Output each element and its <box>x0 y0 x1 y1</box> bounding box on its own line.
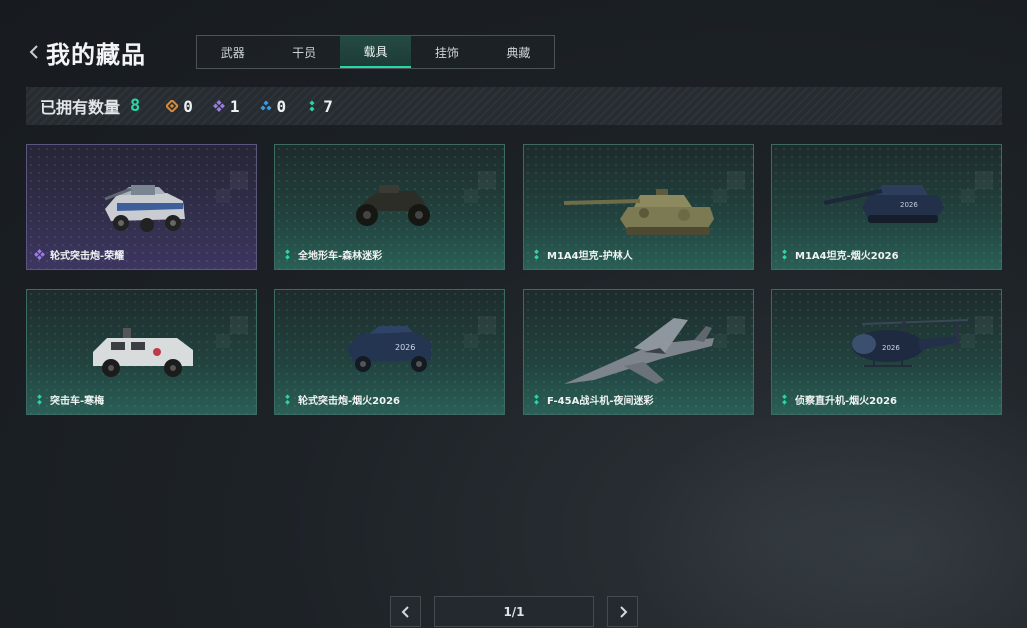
purple-diamond-icon <box>212 100 225 112</box>
green-diamond-icon <box>285 249 290 260</box>
vehicle-card[interactable]: 突击车-寒梅 <box>26 289 257 415</box>
green-diamond-icon <box>534 249 539 260</box>
rarity-purple-count: 1 <box>229 96 240 116</box>
card-label: M1A4坦克-烟火2026 <box>779 247 899 262</box>
tab-vehicles[interactable]: 载具 <box>339 36 412 68</box>
ownership-stats-bar: 已拥有数量 8 0 1 0 7 <box>26 87 1002 125</box>
green-diamond-icon <box>309 100 315 112</box>
vehicle-card[interactable]: F-45A战斗机-夜间迷彩 <box>523 289 754 415</box>
category-tabs: 武器 干员 载具 挂饰 典藏 <box>196 35 555 69</box>
svg-text:2026: 2026 <box>882 344 900 352</box>
green-diamond-icon <box>534 394 539 405</box>
chevron-left-icon <box>401 605 409 618</box>
prev-page-button[interactable] <box>390 596 421 627</box>
card-label: 轮式突击炮-荣耀 <box>34 247 124 262</box>
card-label: 轮式突击炮-烟火2026 <box>282 392 400 407</box>
vehicle-name: 突击车-寒梅 <box>50 396 105 407</box>
back-button[interactable] <box>26 42 42 62</box>
green-diamond-icon <box>782 249 787 260</box>
vehicle-name: 全地形车-森林迷彩 <box>298 251 383 262</box>
purple-diamond-icon <box>34 249 45 260</box>
pagination: 1/1 <box>390 596 638 627</box>
rarity-orange-stat: 0 <box>166 97 193 116</box>
card-label: 侦察直升机-烟火2026 <box>779 392 897 407</box>
owned-total-count: 8 <box>130 96 141 116</box>
rarity-green-count: 7 <box>323 96 333 116</box>
vehicle-name: M1A4坦克-护林人 <box>547 251 633 262</box>
vehicle-card[interactable]: 2026 M1A4坦克-烟火2026 <box>771 144 1002 270</box>
header: 我的藏品 <box>26 34 146 70</box>
helicopter-image: 2026 <box>852 319 969 367</box>
atv-image <box>356 185 430 226</box>
rarity-blue-count: 0 <box>276 96 287 116</box>
vehicle-card[interactable]: 轮式突击炮-荣耀 <box>26 144 257 270</box>
orange-diamond-icon <box>166 100 179 112</box>
tank-image <box>563 189 714 235</box>
chevron-right-icon <box>619 605 627 618</box>
chevron-left-icon <box>29 45 38 59</box>
svg-text:2026: 2026 <box>395 343 415 352</box>
rarity-orange-count: 0 <box>183 96 193 116</box>
vehicle-card[interactable]: 2026 侦察直升机-烟火2026 <box>771 289 1002 415</box>
wheeled-assault-gun-image <box>104 185 185 232</box>
card-label: M1A4坦克-护林人 <box>531 247 633 262</box>
vehicle-name: M1A4坦克-烟火2026 <box>795 251 899 262</box>
blue-diamond-icon <box>260 100 272 111</box>
vehicle-card[interactable]: 全地形车-森林迷彩 <box>274 144 505 270</box>
vehicle-card[interactable]: M1A4坦克-护林人 <box>523 144 754 270</box>
rarity-purple-stat: 1 <box>212 96 240 116</box>
tab-collection[interactable]: 典藏 <box>483 36 554 68</box>
tank-image: 2026 <box>823 185 944 223</box>
page-indicator: 1/1 <box>434 596 594 627</box>
tab-weapons[interactable]: 武器 <box>197 36 268 68</box>
green-diamond-icon <box>782 394 787 405</box>
fighter-jet-image <box>564 318 714 384</box>
tab-operators[interactable]: 干员 <box>268 36 339 68</box>
vehicle-name: 轮式突击炮-烟火2026 <box>298 396 400 407</box>
green-diamond-icon <box>285 394 290 405</box>
page-title: 我的藏品 <box>46 40 146 69</box>
vehicle-name: F-45A战斗机-夜间迷彩 <box>547 396 654 407</box>
vehicle-name: 侦察直升机-烟火2026 <box>795 396 897 407</box>
wheeled-assault-gun-image: 2026 <box>347 326 431 372</box>
rarity-green-stat: 7 <box>306 97 333 116</box>
next-page-button[interactable] <box>607 596 638 627</box>
green-diamond-icon <box>37 394 42 405</box>
card-label: 全地形车-森林迷彩 <box>282 247 382 262</box>
owned-count-label: 已拥有数量 <box>40 98 121 117</box>
assault-car-image <box>93 328 193 377</box>
svg-text:2026: 2026 <box>900 201 918 209</box>
vehicle-card[interactable]: 2026 轮式突击炮-烟火2026 <box>274 289 505 415</box>
tab-charms[interactable]: 挂饰 <box>411 36 482 68</box>
card-label: 突击车-寒梅 <box>34 392 104 407</box>
rarity-blue-stat: 0 <box>260 96 287 116</box>
card-label: F-45A战斗机-夜间迷彩 <box>531 392 653 407</box>
vehicle-name: 轮式突击炮-荣耀 <box>50 251 125 262</box>
